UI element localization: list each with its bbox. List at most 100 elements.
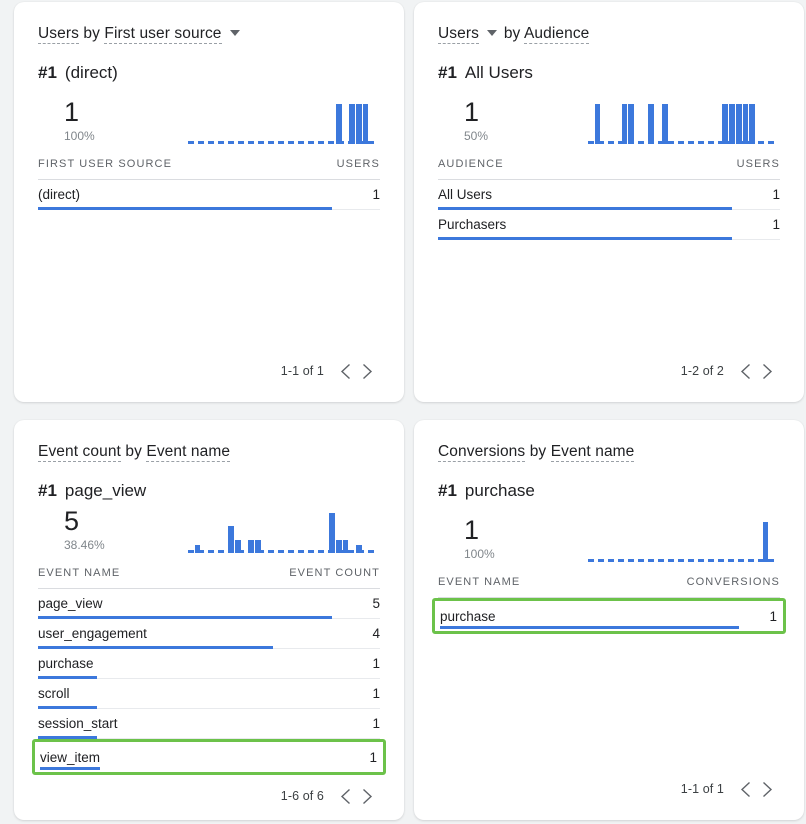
column-header-dimension: EVENT NAME	[38, 567, 120, 579]
pagination-range: 1-1 of 1	[281, 364, 324, 378]
sparkline-baseline	[188, 550, 376, 553]
rank-number: #1	[38, 481, 57, 500]
metric-dropdown-caret[interactable]	[487, 30, 497, 36]
sparkline-baseline	[188, 141, 376, 144]
table-row[interactable]: All Users1	[438, 180, 780, 210]
card-title-dimension[interactable]: First user source	[104, 25, 221, 44]
hero-row: 538.46%	[38, 506, 380, 553]
card-title-dimension[interactable]: Audience	[524, 25, 589, 44]
sparkline-bar	[749, 104, 755, 144]
card-title-dimension[interactable]: Event name	[146, 443, 230, 462]
column-header-dimension: AUDIENCE	[438, 158, 504, 170]
card-title-metric[interactable]: Conversions	[438, 443, 525, 462]
pagination-range: 1-1 of 1	[681, 782, 724, 796]
sparkline-baseline	[588, 141, 776, 144]
hero-metric: 1100%	[438, 515, 588, 562]
previous-page-icon[interactable]	[334, 360, 356, 382]
pagination: 1-6 of 6	[38, 775, 380, 817]
card-title: Users by Audience	[438, 24, 780, 44]
top-item-label: #1 purchase	[438, 480, 780, 502]
table-row[interactable]: purchase 1	[38, 649, 380, 679]
table-row[interactable]: session_start 1	[38, 709, 380, 739]
hero-row: 150%	[438, 88, 780, 144]
rank-number: #1	[438, 481, 457, 500]
top-item-label: #1page_view	[38, 480, 380, 502]
top-item-name: purchase	[465, 481, 535, 500]
row-value: 1	[369, 750, 377, 765]
card-users-by-audience: Users by Audience#1All Users150%AUDIENCE…	[414, 2, 804, 402]
row-value: 1	[372, 716, 380, 731]
sparkline-bar	[722, 104, 728, 144]
top-item-name: (direct)	[65, 63, 118, 82]
sparkline-chart	[588, 98, 776, 144]
column-header-metric: USERS	[337, 158, 380, 170]
table-header: AUDIENCEUSERS	[438, 158, 780, 180]
sparkline-bar	[736, 104, 742, 144]
next-page-icon[interactable]	[756, 778, 778, 800]
sparkline-bars	[188, 507, 376, 553]
row-label: session_start	[38, 716, 118, 731]
column-header-metric: CONVERSIONS	[687, 576, 780, 588]
sparkline-baseline	[588, 559, 776, 562]
previous-page-icon[interactable]	[734, 778, 756, 800]
sparkline-chart	[188, 98, 376, 144]
card-title-metric[interactable]: Users	[38, 25, 79, 44]
row-value: 1	[372, 656, 380, 671]
table-header: FIRST USER SOURCE USERS	[38, 158, 380, 180]
hero-percent: 50%	[464, 128, 588, 144]
hero-value: 1	[64, 97, 188, 127]
card-title: Conversions by Event name	[438, 442, 780, 462]
table-row[interactable]: purchase1	[432, 598, 786, 634]
card-title-metric[interactable]: Users	[438, 25, 479, 44]
table-row[interactable]: Purchasers1	[438, 210, 780, 240]
hero-percent: 100%	[464, 546, 588, 562]
card-event-count-by-event-name: Event count by Event name#1page_view538.…	[14, 420, 404, 820]
row-label: page_view	[38, 596, 103, 611]
next-page-icon[interactable]	[356, 785, 378, 807]
table-row[interactable]: user_engagement4	[38, 619, 380, 649]
hero-metric: 150%	[438, 97, 588, 144]
hero-percent: 38.46%	[64, 537, 188, 553]
next-page-icon[interactable]	[756, 360, 778, 382]
metric-dropdown-caret[interactable]	[230, 30, 240, 36]
sparkline-chart	[188, 507, 376, 553]
hero-row: 1100%	[38, 88, 380, 144]
sparkline-bar	[662, 104, 668, 144]
sparkline-bar	[329, 513, 335, 553]
data-table: AUDIENCEUSERSAll Users1Purchasers1	[438, 158, 780, 240]
card-title-connector: by	[530, 443, 547, 460]
card-title-connector: by	[83, 25, 100, 42]
top-item-label: #1All Users	[438, 62, 780, 84]
hero-value: 5	[64, 506, 188, 536]
row-label: purchase	[38, 656, 94, 671]
card-users-by-first-user-source: Users by First user source #1(direct)110…	[14, 2, 404, 402]
pagination: 1-2 of 2	[438, 350, 780, 392]
row-label: scroll	[38, 686, 70, 701]
table-header: EVENT NAME EVENT COUNT	[38, 567, 380, 589]
sparkline-bar	[356, 104, 362, 144]
table-header: EVENT NAMECONVERSIONS	[438, 576, 780, 598]
data-table: FIRST USER SOURCE USERS (direct)1	[38, 158, 380, 210]
hero-value: 1	[464, 97, 588, 127]
table-row[interactable]: scroll 1	[38, 679, 380, 709]
row-progress-bar	[38, 207, 332, 210]
top-item-name: All Users	[465, 63, 533, 82]
hero-percent: 100%	[64, 128, 188, 144]
column-header-dimension: FIRST USER SOURCE	[38, 158, 172, 170]
hero-metric: 538.46%	[38, 506, 188, 553]
row-value: 1	[372, 686, 380, 701]
row-value: 1	[772, 187, 780, 202]
card-title-metric[interactable]: Event count	[38, 443, 121, 462]
card-title: Event count by Event name	[38, 442, 380, 462]
previous-page-icon[interactable]	[334, 785, 356, 807]
card-title-dimension[interactable]: Event name	[551, 443, 635, 462]
table-row[interactable]: view_item1	[32, 739, 386, 775]
previous-page-icon[interactable]	[734, 360, 756, 382]
column-header-metric: EVENT COUNT	[289, 567, 380, 579]
rank-number: #1	[38, 63, 57, 82]
table-row[interactable]: page_view5	[38, 589, 380, 619]
row-label: purchase	[440, 609, 496, 624]
table-row[interactable]: (direct)1	[38, 180, 380, 210]
card-title: Users by First user source	[38, 24, 380, 44]
next-page-icon[interactable]	[356, 360, 378, 382]
